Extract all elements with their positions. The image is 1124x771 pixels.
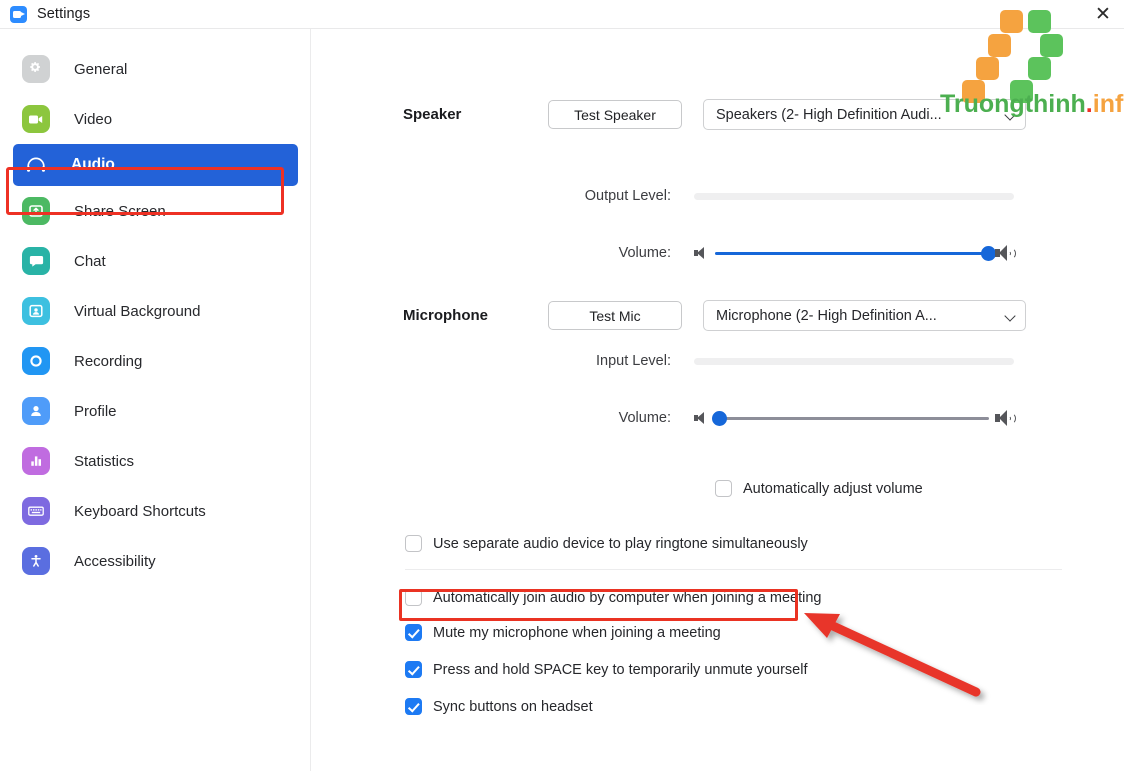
- input-level-label: Input Level:: [596, 353, 671, 369]
- sidebar-item-label: Video: [74, 110, 113, 128]
- auto-adjust-volume-checkbox[interactable]: [715, 480, 732, 497]
- person-icon: [22, 397, 50, 425]
- sidebar-item-label: Accessibility: [74, 552, 156, 570]
- microphone-max-volume-icon[interactable]: [995, 410, 1016, 426]
- sidebar-item-audio[interactable]: Audio: [13, 144, 298, 186]
- speaker-device-value: Speakers (2- High Definition Audi...: [716, 106, 942, 123]
- option-row-sync-buttons-headset[interactable]: Sync buttons on headset: [405, 698, 593, 715]
- virtual-background-icon: [22, 297, 50, 325]
- zoom-video-icon: [10, 5, 27, 23]
- record-circle-icon: [22, 347, 50, 375]
- sidebar-item-label: Profile: [74, 402, 117, 420]
- accessibility-icon: [22, 547, 50, 575]
- microphone-device-value: Microphone (2- High Definition A...: [716, 307, 937, 324]
- audio-settings-panel: Speaker Test Speaker Speakers (2- High D…: [311, 29, 1124, 771]
- headphones-icon: [22, 151, 50, 179]
- test-speaker-button[interactable]: Test Speaker: [548, 100, 682, 129]
- close-icon[interactable]: ✕: [1086, 0, 1120, 28]
- speaker-row: Speaker Test Speaker Speakers (2- High D…: [403, 99, 1026, 130]
- auto-adjust-volume-label: Automatically adjust volume: [743, 480, 923, 497]
- option-row-mute-microphone[interactable]: Mute my microphone when joining a meetin…: [405, 624, 721, 641]
- speaker-volume-slider[interactable]: [694, 245, 1016, 261]
- sidebar-item-label: Virtual Background: [74, 302, 201, 320]
- sidebar-item-label: Share Screen: [74, 202, 166, 220]
- speaker-volume-row: Volume:: [548, 245, 1016, 261]
- bar-chart-icon: [22, 447, 50, 475]
- share-screen-icon: [22, 197, 50, 225]
- microphone-volume-thumb[interactable]: [712, 410, 727, 426]
- output-level-label: Output Level:: [584, 188, 671, 204]
- sidebar-item-video[interactable]: Video: [0, 94, 310, 144]
- microphone-volume-slider[interactable]: [694, 410, 1016, 426]
- auto-join-audio-checkbox[interactable]: [405, 589, 422, 606]
- sync-buttons-headset-checkbox[interactable]: [405, 698, 422, 715]
- title-bar: Settings ✕: [0, 0, 1124, 28]
- microphone-device-dropdown[interactable]: Microphone (2- High Definition A...: [703, 300, 1026, 331]
- sync-buttons-headset-label: Sync buttons on headset: [433, 698, 593, 715]
- output-level-bar: [694, 192, 1014, 200]
- test-mic-button[interactable]: Test Mic: [548, 301, 682, 330]
- auto-adjust-volume-row[interactable]: Automatically adjust volume: [715, 480, 923, 497]
- sidebar-item-chat[interactable]: Chat: [0, 236, 310, 286]
- sidebar-item-share-screen[interactable]: Share Screen: [0, 186, 310, 236]
- input-level-bar: [694, 357, 1014, 365]
- sidebar-item-label: Statistics: [74, 452, 135, 470]
- microphone-volume-row: Volume:: [548, 410, 1016, 426]
- sidebar-item-statistics[interactable]: Statistics: [0, 436, 310, 486]
- option-row-auto-join-audio[interactable]: Automatically join audio by computer whe…: [405, 589, 822, 606]
- input-level-row: Input Level:: [548, 353, 1014, 369]
- sidebar-item-label: Keyboard Shortcuts: [74, 502, 206, 520]
- window-title: Settings: [37, 6, 91, 22]
- space-key-unmute-checkbox[interactable]: [405, 661, 422, 678]
- output-level-row: Output Level:: [548, 188, 1014, 204]
- chat-bubble-icon: [22, 247, 50, 275]
- option-row-separate-audio-device[interactable]: Use separate audio device to play ringto…: [405, 535, 808, 552]
- options-separator: [405, 569, 1062, 570]
- sidebar: General Video Audio Share Screen Chat Vi…: [0, 29, 310, 771]
- space-key-unmute-label: Press and hold SPACE key to temporarily …: [433, 661, 808, 678]
- sidebar-item-recording[interactable]: Recording: [0, 336, 310, 386]
- microphone-volume-rest: [715, 416, 989, 420]
- speaker-volume-fill: [715, 251, 989, 255]
- mute-microphone-label: Mute my microphone when joining a meetin…: [433, 624, 721, 641]
- sidebar-item-profile[interactable]: Profile: [0, 386, 310, 436]
- chevron-down-icon: [1006, 110, 1016, 120]
- microphone-section-label: Microphone: [403, 307, 488, 324]
- separate-audio-device-checkbox[interactable]: [405, 535, 422, 552]
- auto-join-audio-label: Automatically join audio by computer whe…: [433, 589, 822, 606]
- sidebar-item-accessibility[interactable]: Accessibility: [0, 536, 310, 586]
- microphone-row: Microphone Test Mic Microphone (2- High …: [403, 300, 1026, 331]
- settings-window: Settings ✕ General Video Audio Share Scr…: [0, 0, 1124, 771]
- speaker-section-label: Speaker: [403, 106, 462, 123]
- speaker-device-dropdown[interactable]: Speakers (2- High Definition Audi...: [703, 99, 1026, 130]
- keyboard-icon: [22, 497, 50, 525]
- speaker-volume-thumb[interactable]: [981, 245, 996, 261]
- separate-audio-device-label: Use separate audio device to play ringto…: [433, 535, 808, 552]
- speaker-volume-track[interactable]: [715, 245, 996, 261]
- video-camera-icon: [22, 105, 50, 133]
- microphone-volume-track[interactable]: [712, 410, 989, 426]
- sidebar-item-label: General: [74, 60, 128, 78]
- chevron-down-icon: [1006, 311, 1016, 321]
- sidebar-item-label: Recording: [74, 352, 143, 370]
- speaker-volume-label: Volume:: [618, 245, 671, 261]
- sidebar-item-virtual-background[interactable]: Virtual Background: [0, 286, 310, 336]
- sidebar-item-label: Chat: [74, 252, 106, 270]
- gear-icon: [22, 55, 50, 83]
- speaker-max-volume-icon[interactable]: [995, 245, 1016, 261]
- option-row-space-key-unmute[interactable]: Press and hold SPACE key to temporarily …: [405, 661, 808, 678]
- sidebar-item-label: Audio: [71, 156, 115, 173]
- mute-microphone-checkbox[interactable]: [405, 624, 422, 641]
- speaker-mute-icon[interactable]: [694, 246, 707, 260]
- microphone-mute-icon[interactable]: [694, 411, 707, 425]
- microphone-volume-label: Volume:: [618, 410, 671, 426]
- sidebar-item-keyboard-shortcuts[interactable]: Keyboard Shortcuts: [0, 486, 310, 536]
- sidebar-item-general[interactable]: General: [0, 44, 310, 94]
